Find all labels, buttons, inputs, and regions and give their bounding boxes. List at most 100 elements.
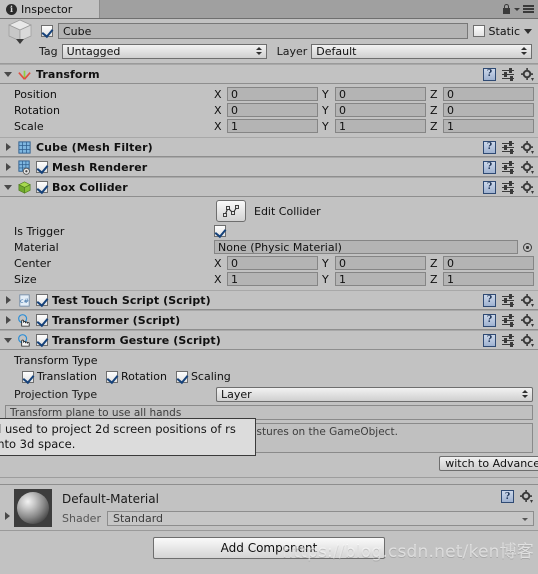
collider-material-label: Material [14, 240, 59, 254]
center-vector3: X 0 Y 0 Z 0 [214, 256, 534, 270]
size-z-input[interactable]: 1 [443, 272, 534, 286]
center-x-input[interactable]: 0 [227, 256, 318, 270]
toggle-scaling[interactable]: Scaling [175, 370, 231, 383]
toggle-translation[interactable]: Translation [22, 370, 97, 383]
help-icon[interactable]: ? [483, 333, 496, 347]
collider-size-row: Size X 1 Y 1 Z 1 [0, 271, 538, 287]
transform-gesture-enabled-checkbox[interactable] [36, 334, 48, 346]
position-x-input[interactable]: 0 [227, 87, 318, 101]
component-header-transform[interactable]: Transform ? [0, 64, 538, 84]
gear-icon[interactable] [521, 140, 534, 154]
gear-icon[interactable] [521, 333, 534, 347]
preset-icon[interactable] [502, 293, 515, 307]
gear-icon[interactable] [521, 67, 534, 81]
shader-dropdown[interactable]: Standard [106, 511, 534, 526]
mesh-renderer-enabled-checkbox[interactable] [36, 161, 48, 173]
component-header-transform-gesture[interactable]: Transform Gesture (Script) ? [0, 330, 538, 350]
preset-icon[interactable] [502, 140, 515, 154]
help-icon[interactable]: ? [483, 160, 496, 174]
preset-icon[interactable] [502, 333, 515, 347]
foldout-mesh-renderer-icon[interactable] [3, 162, 13, 172]
rotation-y-input[interactable]: 0 [335, 103, 426, 117]
help-icon[interactable]: ? [501, 490, 514, 503]
scale-vector3: X 1 Y 1 Z 1 [214, 119, 534, 133]
component-header-test-touch-script[interactable]: c# Test Touch Script (Script) ? [0, 290, 538, 310]
preset-icon[interactable] [502, 180, 515, 194]
gameobject-name-input[interactable]: Cube [58, 23, 468, 39]
switch-to-advanced-button[interactable]: witch to Advance [439, 456, 538, 471]
static-control[interactable]: Static [472, 25, 532, 38]
collider-material-objectfield[interactable]: None (Physic Material) [214, 240, 518, 254]
rotation-label: Rotation [14, 103, 61, 117]
translation-checkbox[interactable] [22, 370, 34, 383]
help-icon[interactable]: ? [483, 180, 496, 194]
edit-collider-button[interactable] [216, 200, 246, 222]
transformer-enabled-checkbox[interactable] [36, 314, 48, 326]
scale-x-input[interactable]: 1 [227, 119, 318, 133]
static-dropdown-chevron-icon[interactable] [524, 28, 532, 34]
is-trigger-label: Is Trigger [14, 224, 65, 238]
axis-x-label: X [214, 103, 222, 117]
preset-icon[interactable] [502, 160, 515, 174]
gear-icon[interactable] [520, 490, 533, 503]
gear-icon[interactable] [521, 313, 534, 327]
scaling-checkbox[interactable] [175, 370, 188, 383]
add-component-button[interactable]: Add Component [153, 537, 385, 559]
component-header-transformer[interactable]: Transformer (Script) ? [0, 310, 538, 330]
component-actions-transformer: ? [483, 313, 534, 327]
foldout-box-collider-icon[interactable] [3, 182, 13, 192]
layer-value: Default [316, 44, 357, 58]
position-y-input[interactable]: 0 [335, 87, 426, 101]
box-collider-enabled-checkbox[interactable] [36, 181, 48, 193]
foldout-mesh-filter-icon[interactable] [3, 142, 13, 152]
center-y-input[interactable]: 0 [335, 256, 426, 270]
help-icon[interactable]: ? [483, 293, 496, 307]
help-icon[interactable]: ? [483, 140, 496, 154]
foldout-transformer-icon[interactable] [3, 315, 13, 325]
foldout-material-icon[interactable] [2, 511, 12, 521]
component-header-mesh-filter[interactable]: Cube (Mesh Filter) ? [0, 137, 538, 157]
rotation-checkbox[interactable] [105, 370, 118, 383]
foldout-test-touch-script-icon[interactable] [3, 295, 13, 305]
projection-type-dropdown[interactable]: Layer [216, 386, 533, 402]
material-separator [0, 477, 538, 484]
static-checkbox[interactable] [472, 25, 485, 37]
mesh-renderer-icon [18, 159, 30, 175]
projection-type-row: Projection Type Layer [0, 385, 538, 403]
toggle-rotation[interactable]: Rotation [105, 370, 167, 383]
component-title-transform-gesture: Transform Gesture (Script) [52, 333, 221, 347]
layer-dropdown[interactable]: Default [311, 43, 532, 59]
touchscript-hand-icon [18, 313, 30, 327]
preset-icon[interactable] [502, 313, 515, 327]
size-y-input[interactable]: 1 [335, 272, 426, 286]
component-header-mesh-renderer[interactable]: Mesh Renderer ? [0, 157, 538, 177]
tag-dropdown[interactable]: Untagged [61, 43, 267, 59]
axis-z-label: Z [430, 272, 438, 286]
foldout-transform-gesture-icon[interactable] [3, 335, 13, 345]
preset-icon[interactable] [502, 67, 515, 81]
help-icon[interactable]: ? [483, 313, 496, 327]
component-actions-box-collider: ? [483, 180, 534, 194]
object-picker-icon[interactable] [521, 241, 534, 254]
gameobject-enabled-checkbox[interactable] [41, 25, 53, 37]
center-z-input[interactable]: 0 [443, 256, 534, 270]
position-z-input[interactable]: 0 [443, 87, 534, 101]
rotation-z-input[interactable]: 0 [443, 103, 534, 117]
scale-z-input[interactable]: 1 [443, 119, 534, 133]
gear-icon[interactable] [521, 160, 534, 174]
help-icon[interactable]: ? [483, 67, 496, 81]
size-x-input[interactable]: 1 [227, 272, 318, 286]
chevron-down-icon[interactable] [514, 7, 520, 11]
tab-inspector[interactable]: i Inspector [0, 0, 100, 18]
lock-icon[interactable] [502, 4, 511, 14]
transform-rotation-row: Rotation X 0 Y 0 Z 0 [0, 102, 538, 118]
component-header-box-collider[interactable]: Box Collider ? [0, 177, 538, 197]
hamburger-menu-icon[interactable] [523, 5, 534, 13]
is-trigger-checkbox[interactable] [214, 225, 226, 237]
gear-icon[interactable] [521, 180, 534, 194]
foldout-transform-icon[interactable] [3, 69, 13, 79]
rotation-x-input[interactable]: 0 [227, 103, 318, 117]
test-touch-script-enabled-checkbox[interactable] [36, 294, 48, 306]
scale-y-input[interactable]: 1 [335, 119, 426, 133]
gear-icon[interactable] [521, 293, 534, 307]
